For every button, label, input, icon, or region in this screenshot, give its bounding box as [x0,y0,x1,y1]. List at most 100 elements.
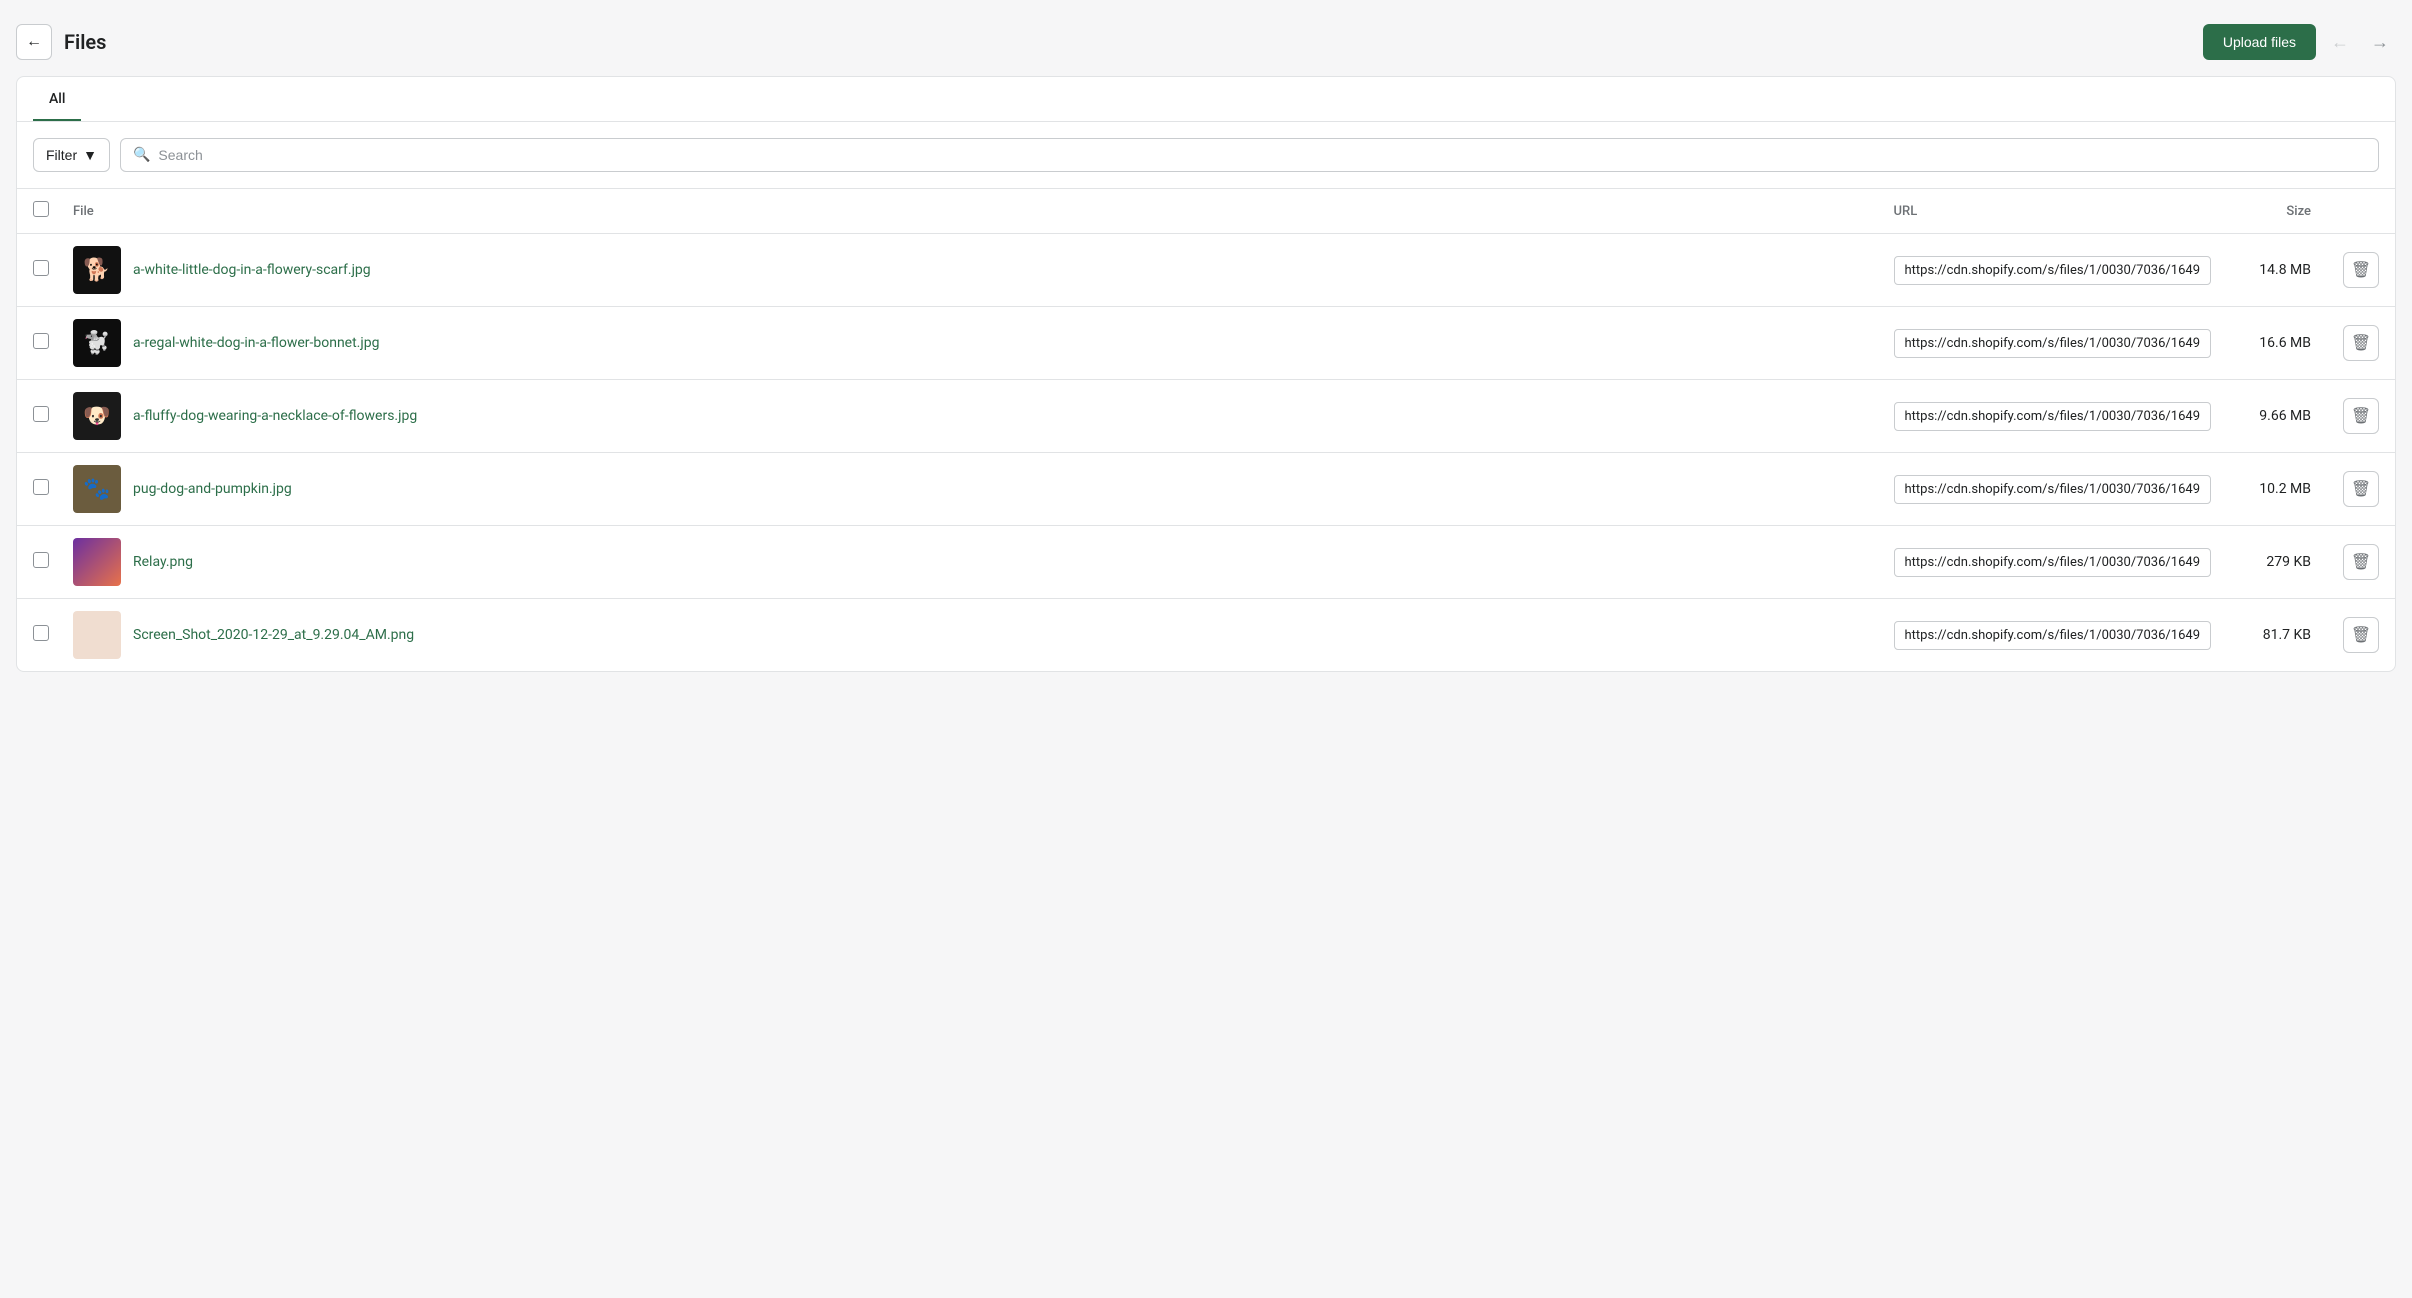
file-link[interactable]: Screen_Shot_2020-12-29_at_9.29.04_AM.png [133,627,414,643]
row-action-cell: 🗑 [2327,599,2395,672]
file-link[interactable]: a-fluffy-dog-wearing-a-necklace-of-flowe… [133,408,417,424]
row-checkbox[interactable] [33,625,49,641]
url-field[interactable]: https://cdn.shopify.com/s/files/1/0030/7… [1894,548,2212,577]
app-frame: ← Files Upload files ← → All Filter ▼ 🔍 [0,0,2412,1298]
file-link[interactable]: a-regal-white-dog-in-a-flower-bonnet.jpg [133,335,379,351]
row-size-cell: 14.8 MB [2227,234,2327,307]
file-table: File URL Size 🐕 a-white-l [17,188,2395,671]
row-file-cell: 🐾 pug-dog-and-pumpkin.jpg [57,453,1878,526]
file-link[interactable]: pug-dog-and-pumpkin.jpg [133,481,292,497]
row-checkbox-cell [17,599,57,672]
page-title: Files [64,30,106,54]
header-action [2327,189,2395,234]
table-row: 🐾 pug-dog-and-pumpkin.jpg https://cdn.sh… [17,453,2395,526]
row-file-cell: 🐶 a-fluffy-dog-wearing-a-necklace-of-flo… [57,380,1878,453]
trash-icon: 🗑 [2351,479,2371,499]
row-url-cell: https://cdn.shopify.com/s/files/1/0030/7… [1878,453,2228,526]
file-thumbnail: 🐕 [73,246,121,294]
row-checkbox[interactable] [33,260,49,276]
file-row-content: Relay.png [73,538,1862,586]
file-row-content: 🐶 a-fluffy-dog-wearing-a-necklace-of-flo… [73,392,1862,440]
url-field[interactable]: https://cdn.shopify.com/s/files/1/0030/7… [1894,475,2212,504]
row-file-cell: Screen_Shot_2020-12-29_at_9.29.04_AM.png [57,599,1878,672]
row-checkbox-cell [17,307,57,380]
header-size: Size [2227,189,2327,234]
url-field[interactable]: https://cdn.shopify.com/s/files/1/0030/7… [1894,621,2212,650]
delete-button[interactable]: 🗑 [2343,471,2379,507]
select-all-checkbox[interactable] [33,201,49,217]
row-size-cell: 279 KB [2227,526,2327,599]
trash-icon: 🗑 [2351,260,2371,280]
row-size-cell: 10.2 MB [2227,453,2327,526]
url-field[interactable]: https://cdn.shopify.com/s/files/1/0030/7… [1894,402,2212,431]
header-right: Upload files ← → [2203,24,2396,60]
row-action-cell: 🗑 [2327,380,2395,453]
filter-label: Filter [46,147,77,163]
header-checkbox-cell [17,189,57,234]
row-url-cell: https://cdn.shopify.com/s/files/1/0030/7… [1878,307,2228,380]
row-checkbox-cell [17,526,57,599]
filter-button[interactable]: Filter ▼ [33,138,110,172]
trash-icon: 🗑 [2351,552,2371,572]
row-checkbox[interactable] [33,406,49,422]
back-button[interactable]: ← [16,24,52,60]
row-size-cell: 81.7 KB [2227,599,2327,672]
header-left: ← Files [16,24,106,60]
search-input[interactable] [158,147,2366,163]
delete-button[interactable]: 🗑 [2343,398,2379,434]
file-row-content: Screen_Shot_2020-12-29_at_9.29.04_AM.png [73,611,1862,659]
file-link[interactable]: Relay.png [133,554,193,570]
row-url-cell: https://cdn.shopify.com/s/files/1/0030/7… [1878,599,2228,672]
header-url: URL [1878,189,2228,234]
table-row: Relay.png https://cdn.shopify.com/s/file… [17,526,2395,599]
row-action-cell: 🗑 [2327,234,2395,307]
back-icon: ← [26,33,42,51]
delete-button[interactable]: 🗑 [2343,617,2379,653]
row-checkbox-cell [17,453,57,526]
table-row: 🐩 a-regal-white-dog-in-a-flower-bonnet.j… [17,307,2395,380]
file-row-content: 🐩 a-regal-white-dog-in-a-flower-bonnet.j… [73,319,1862,367]
row-action-cell: 🗑 [2327,453,2395,526]
table-row: 🐕 a-white-little-dog-in-a-flowery-scarf.… [17,234,2395,307]
nav-prev-button[interactable]: ← [2324,26,2356,58]
table-header-row: File URL Size [17,189,2395,234]
row-action-cell: 🗑 [2327,307,2395,380]
delete-button[interactable]: 🗑 [2343,325,2379,361]
row-url-cell: https://cdn.shopify.com/s/files/1/0030/7… [1878,234,2228,307]
file-thumbnail: 🐶 [73,392,121,440]
row-checkbox[interactable] [33,479,49,495]
row-file-cell: 🐩 a-regal-white-dog-in-a-flower-bonnet.j… [57,307,1878,380]
file-row-content: 🐾 pug-dog-and-pumpkin.jpg [73,465,1862,513]
file-thumbnail: 🐾 [73,465,121,513]
table-row: 🐶 a-fluffy-dog-wearing-a-necklace-of-flo… [17,380,2395,453]
delete-button[interactable]: 🗑 [2343,544,2379,580]
row-checkbox-cell [17,380,57,453]
file-link[interactable]: a-white-little-dog-in-a-flowery-scarf.jp… [133,262,371,278]
row-checkbox[interactable] [33,552,49,568]
header-file: File [57,189,1878,234]
row-url-cell: https://cdn.shopify.com/s/files/1/0030/7… [1878,380,2228,453]
row-checkbox-cell [17,234,57,307]
url-field[interactable]: https://cdn.shopify.com/s/files/1/0030/7… [1894,329,2212,358]
file-thumbnail: 🐩 [73,319,121,367]
row-action-cell: 🗑 [2327,526,2395,599]
search-wrapper: 🔍 [120,138,2379,172]
nav-next-button[interactable]: → [2364,26,2396,58]
row-file-cell: Relay.png [57,526,1878,599]
url-field[interactable]: https://cdn.shopify.com/s/files/1/0030/7… [1894,256,2212,285]
delete-button[interactable]: 🗑 [2343,252,2379,288]
table-row: Screen_Shot_2020-12-29_at_9.29.04_AM.png… [17,599,2395,672]
file-thumbnail [73,611,121,659]
file-thumbnail [73,538,121,586]
trash-icon: 🗑 [2351,625,2371,645]
tabs-bar: All [17,77,2395,122]
row-size-cell: 16.6 MB [2227,307,2327,380]
upload-files-button[interactable]: Upload files [2203,24,2316,60]
row-checkbox[interactable] [33,333,49,349]
row-size-cell: 9.66 MB [2227,380,2327,453]
row-file-cell: 🐕 a-white-little-dog-in-a-flowery-scarf.… [57,234,1878,307]
row-url-cell: https://cdn.shopify.com/s/files/1/0030/7… [1878,526,2228,599]
main-card: All Filter ▼ 🔍 File [16,76,2396,672]
search-icon: 🔍 [133,147,150,163]
tab-all[interactable]: All [33,77,81,121]
